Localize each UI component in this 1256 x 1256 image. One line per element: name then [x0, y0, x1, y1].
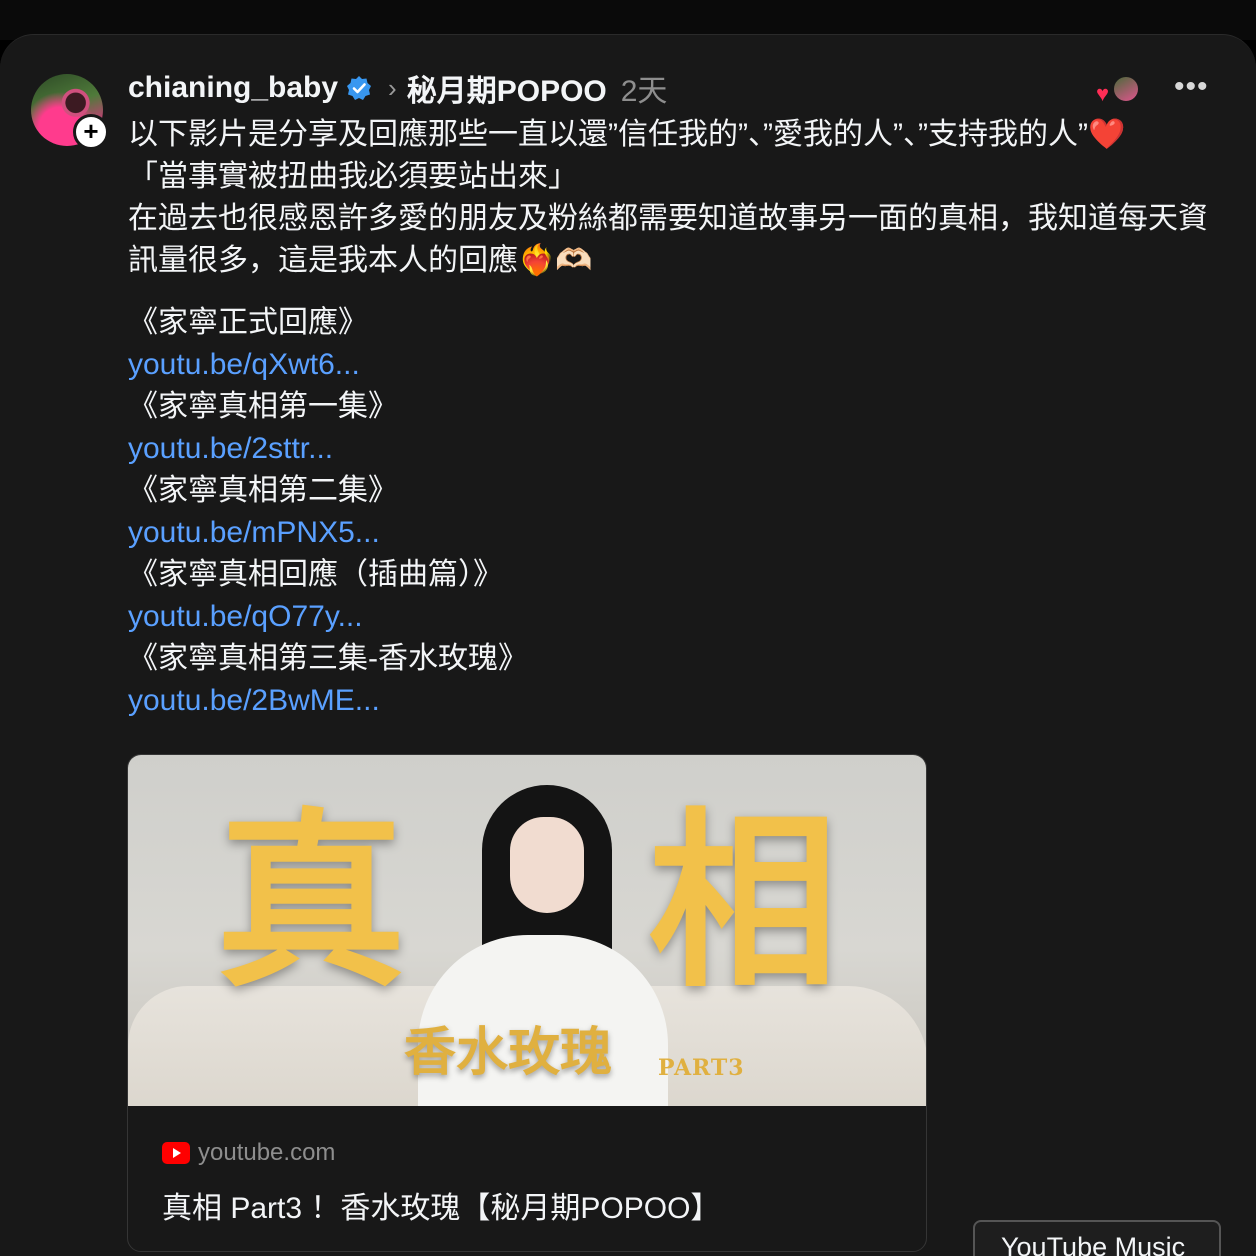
link-url[interactable]: youtu.be/qO77y... [128, 596, 1028, 638]
link-title: 《家寧真相第三集-香水玫瑰》 [128, 642, 528, 675]
community-link[interactable]: 秘月期POPOO [407, 66, 607, 110]
post-body: 以下影片是分享及回應那些一直以還”信任我的”、”愛我的人”、”支持我的人”❤️ … [128, 114, 1228, 282]
thumbnail-title-right: 相 [648, 790, 839, 1013]
thumbnail-title-left: 真 [216, 790, 407, 1013]
youtube-icon [162, 1142, 190, 1164]
link-url[interactable]: youtu.be/qXwt6... [128, 344, 1028, 386]
thumbnail-part-tag: PART3 [658, 1055, 745, 1081]
link-preview-card[interactable]: 真 相 香水玫瑰 PART3 youtube.com 真相 Part3 ！香水玫… [127, 754, 927, 1252]
link-url[interactable]: youtu.be/mPNX5... [128, 512, 1028, 554]
link-title: 《家寧正式回應》 [128, 306, 368, 339]
card-title: 真相 Part3 ！香水玫瑰【秘月期POPOO】 [162, 1192, 721, 1225]
thumbnail-subtitle: 香水玫瑰 [404, 1022, 613, 1083]
link-url[interactable]: youtu.be/2sttr... [128, 428, 1028, 470]
youtube-music-button[interactable]: YouTube Music [973, 1220, 1221, 1256]
link-title: 《家寧真相第二集》 [128, 474, 398, 507]
post-line: 以下影片是分享及回應那些一直以還”信任我的”、”愛我的人”、”支持我的人”❤️ [128, 118, 1126, 151]
post-header: chianing_baby › 秘月期POPOO 2天 [128, 66, 667, 110]
link-url[interactable]: youtu.be/2BwME... [128, 680, 1028, 722]
username-link[interactable]: chianing_baby [128, 71, 338, 105]
card-meta: youtube.com [162, 1139, 335, 1167]
video-thumbnail[interactable]: 真 相 香水玫瑰 PART3 [128, 755, 926, 1106]
follow-plus-icon[interactable]: + [73, 114, 109, 150]
thumbnail-person-face [510, 817, 584, 913]
link-list: 《家寧正式回應》 youtu.be/qXwt6... 《家寧真相第一集》 you… [128, 302, 1028, 722]
card-domain: youtube.com [198, 1139, 336, 1166]
reactor-avatar [1112, 75, 1140, 103]
link-title: 《家寧真相回應（插曲篇）》 [128, 558, 503, 591]
post-line: 「當事實被扭曲我必須要站出來」 [128, 160, 578, 193]
reactors[interactable]: ♥ [1096, 73, 1146, 105]
link-title: 《家寧真相第一集》 [128, 390, 398, 423]
verified-badge-icon [347, 76, 372, 100]
post-line: 在過去也很感恩許多愛的朋友及粉絲都需要知道故事另一面的真相，我知道每天資訊量很多… [128, 202, 1208, 277]
chevron-right-icon: › [388, 72, 397, 103]
more-icon[interactable]: ••• [1174, 70, 1209, 104]
post-time: 2天 [620, 75, 668, 108]
heart-icon: ♥ [1096, 81, 1110, 106]
